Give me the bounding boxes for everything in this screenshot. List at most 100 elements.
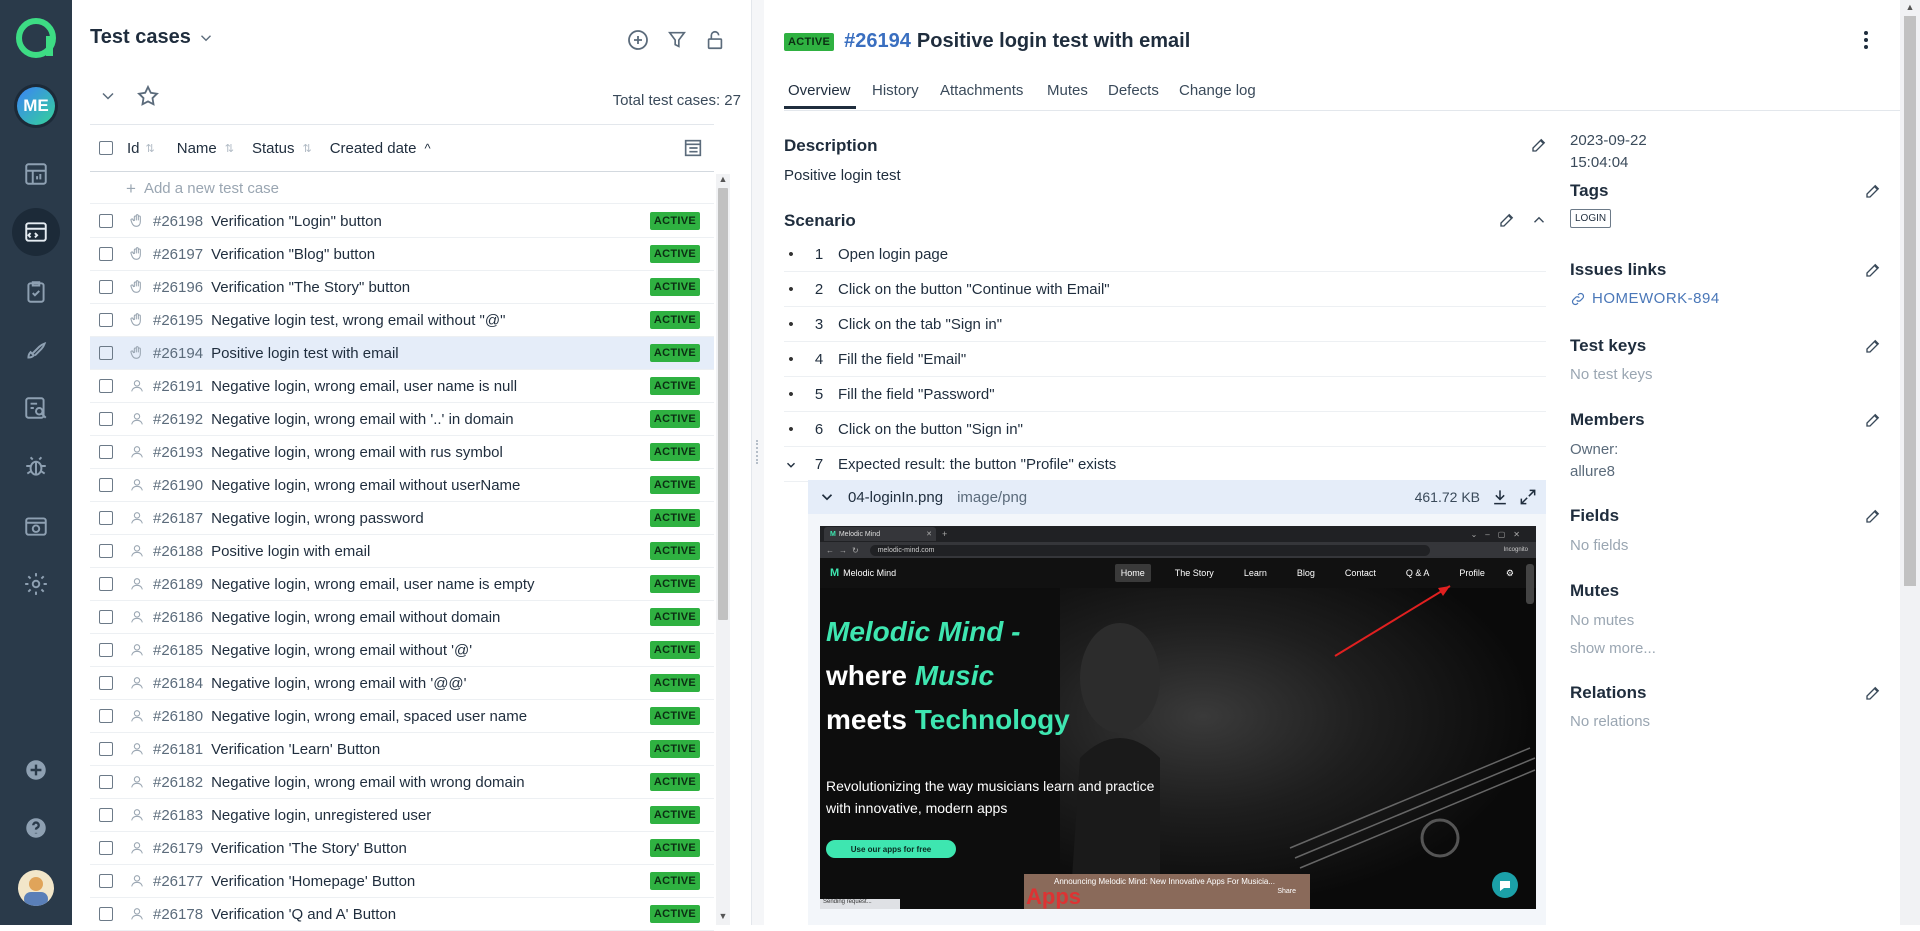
edit-test-keys-icon[interactable] [1864,337,1882,355]
table-row[interactable]: #26178 Verification 'Q and A' Button ACTIV… [90,898,714,931]
table-row[interactable]: #26197 Verification "Blog" button ACTIVE [90,238,714,271]
select-all-checkbox[interactable] [99,141,113,155]
edit-relations-icon[interactable] [1864,684,1882,702]
row-checkbox[interactable] [99,511,113,525]
download-icon[interactable] [1490,487,1510,507]
row-checkbox[interactable] [99,445,113,459]
scenario-step[interactable]: • 2 Click on the button "Continue with Ema… [784,273,1546,307]
table-row[interactable]: #26190 Negative login, wrong email withou… [90,469,714,502]
tab-attachments[interactable]: Attachments [940,82,1023,99]
scroll-up-icon[interactable]: ▲ [1904,2,1916,12]
table-row[interactable]: #26184 Negative login, wrong email with '… [90,667,714,700]
tab-change-log[interactable]: Change log [1179,82,1256,99]
scenario-step[interactable]: 7 Expected result: the button "Profile" e… [784,448,1546,482]
row-checkbox[interactable] [99,214,113,228]
page-scrollbar-thumb[interactable] [1904,16,1916,586]
collapse-scenario-icon[interactable] [1530,211,1548,229]
tab-history[interactable]: History [872,82,919,99]
add-circle-icon[interactable] [626,28,650,56]
table-row[interactable]: #26185 Negative login, wrong email withou… [90,634,714,667]
row-checkbox[interactable] [99,346,113,360]
scenario-step[interactable]: • 3 Click on the tab "Sign in" [784,308,1546,342]
table-row[interactable]: #26177 Verification 'Homepage' Button ACTI… [90,865,714,898]
row-checkbox[interactable] [99,577,113,591]
table-row[interactable]: #26180 Negative login, wrong email, space… [90,700,714,733]
row-checkbox[interactable] [99,478,113,492]
show-more-link[interactable]: show more... [1570,640,1656,657]
row-checkbox[interactable] [99,874,113,888]
scenario-step[interactable]: • 6 Click on the button "Sign in" [784,413,1546,447]
table-row[interactable]: #26189 Negative login, wrong email, user … [90,568,714,601]
row-checkbox[interactable] [99,775,113,789]
collapse-all-icon[interactable] [98,86,118,110]
defects-bug-icon[interactable] [12,442,60,490]
unlock-icon[interactable] [704,28,726,56]
row-checkbox[interactable] [99,841,113,855]
test-cases-icon[interactable] [12,208,60,256]
table-row[interactable]: #26195 Negative login test, wrong email w… [90,304,714,337]
row-checkbox[interactable] [99,709,113,723]
edit-issues-icon[interactable] [1864,261,1882,279]
table-row[interactable]: #26183 Negative login, unregistered user A… [90,799,714,832]
columns-settings-icon[interactable] [682,137,704,159]
issue-link[interactable]: HOMEWORK-894 [1570,290,1720,307]
chevron-down-icon[interactable] [784,458,798,472]
edit-tags-icon[interactable] [1864,182,1882,200]
add-project-icon[interactable] [12,746,60,794]
filter-icon[interactable] [666,29,688,55]
launches-icon[interactable] [12,326,60,374]
scroll-down-icon[interactable]: ▼ [716,911,730,923]
row-checkbox[interactable] [99,247,113,261]
row-checkbox[interactable] [99,643,113,657]
help-icon[interactable] [12,804,60,852]
more-options-icon[interactable] [1856,28,1876,56]
table-row[interactable]: #26196 Verification "The Story" button ACT… [90,271,714,304]
user-avatar[interactable] [18,870,54,906]
table-row[interactable]: #26182 Negative login, wrong email with w… [90,766,714,799]
table-row[interactable]: #26179 Verification 'The Story' Button ACT… [90,832,714,865]
edit-description-icon[interactable] [1530,136,1548,154]
row-checkbox[interactable] [99,544,113,558]
table-row[interactable]: #26194 Positive login test with email ACTI… [90,337,714,370]
edit-fields-icon[interactable] [1864,507,1882,525]
column-status[interactable]: Status [252,140,295,157]
scenario-step[interactable]: • 4 Fill the field "Email" [784,343,1546,377]
row-checkbox[interactable] [99,313,113,327]
row-checkbox[interactable] [99,412,113,426]
table-row[interactable]: #26181 Verification 'Learn' Button ACTIVE [90,733,714,766]
table-row[interactable]: #26188 Positive login with email ACTIVE [90,535,714,568]
column-name[interactable]: Name [177,140,217,157]
dashboards-icon[interactable] [12,150,60,198]
tag-login[interactable]: LOGIN [1570,209,1612,228]
jobs-icon[interactable] [12,502,60,550]
row-checkbox[interactable] [99,610,113,624]
panel-splitter[interactable] [752,0,764,925]
tab-defects[interactable]: Defects [1108,82,1159,99]
table-row[interactable]: #26192 Negative login, wrong email with '… [90,403,714,436]
edit-scenario-icon[interactable] [1498,211,1516,229]
project-avatar[interactable]: ME [14,84,58,128]
expand-icon[interactable] [1518,487,1538,507]
row-checkbox[interactable] [99,742,113,756]
page-scrollbar[interactable]: ▲ [1900,0,1920,925]
table-row[interactable]: #26186 Negative login, wrong email withou… [90,601,714,634]
edit-members-icon[interactable] [1864,411,1882,429]
column-created-date[interactable]: Created date [330,140,417,157]
test-plans-icon[interactable] [12,268,60,316]
tab-mutes[interactable]: Mutes [1047,82,1088,99]
table-row[interactable]: #26193 Negative login, wrong email with r… [90,436,714,469]
row-checkbox[interactable] [99,808,113,822]
list-scrollbar-thumb[interactable] [718,188,728,620]
table-row[interactable]: #26191 Negative login, wrong email, user … [90,370,714,403]
scenario-step[interactable]: • 1 Open login page [784,238,1546,272]
add-test-case-row[interactable]: + Add a new test case [90,174,714,204]
row-checkbox[interactable] [99,379,113,393]
row-checkbox[interactable] [99,676,113,690]
column-id[interactable]: Id [127,140,140,157]
tree-selector[interactable]: Test cases [90,26,215,49]
scroll-up-icon[interactable]: ▲ [716,174,730,186]
list-scrollbar[interactable]: ▲ ▼ [716,174,730,925]
row-checkbox[interactable] [99,280,113,294]
analytics-search-icon[interactable] [12,384,60,432]
row-checkbox[interactable] [99,907,113,921]
